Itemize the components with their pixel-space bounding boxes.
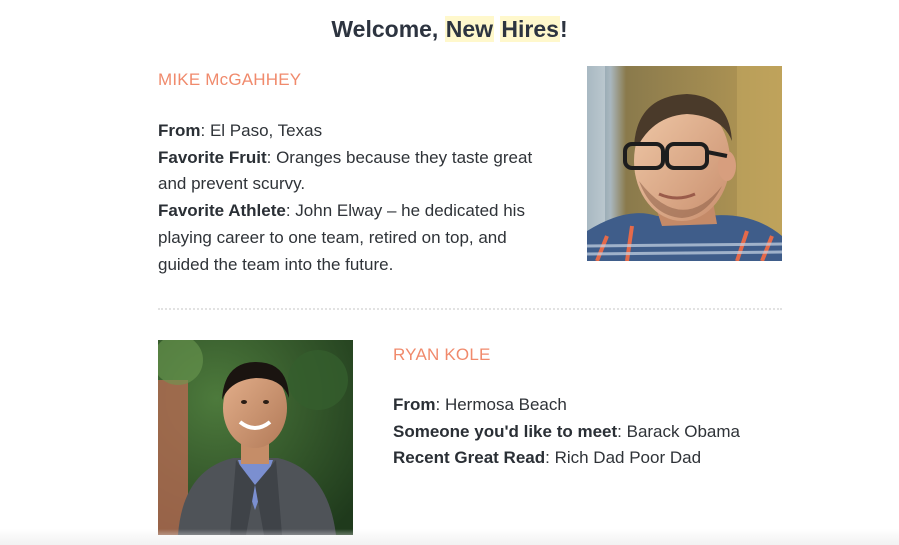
fact-favorite-fruit: Favorite Fruit: Oranges because they tas… (158, 145, 558, 198)
page-title: Welcome, New Hires! (0, 16, 899, 43)
fact-from: From: El Paso, Texas (158, 118, 558, 145)
fact-recent-read: Recent Great Read: Rich Dad Poor Dad (393, 445, 813, 472)
portrait-image (587, 66, 782, 261)
title-highlight-hires: Hires (500, 16, 560, 42)
section-divider (158, 308, 782, 310)
fact-from: From: Hermosa Beach (393, 392, 813, 419)
hire-facts-1: From: El Paso, Texas Favorite Fruit: Ora… (158, 118, 558, 278)
fact-value: : Hermosa Beach (435, 395, 567, 414)
portrait-image (158, 340, 353, 535)
fact-someone-to-meet: Someone you'd like to meet: Barack Obama (393, 419, 813, 446)
fact-label: Favorite Athlete (158, 201, 286, 221)
hire-photo-1 (587, 66, 782, 261)
title-suffix: ! (559, 16, 568, 42)
fact-label: Someone you'd like to meet (393, 421, 618, 441)
hire-name-2: RYAN KOLE (393, 345, 491, 364)
title-prefix: Welcome, (331, 16, 445, 42)
fact-favorite-athlete: Favorite Athlete: John Elway – he dedica… (158, 198, 558, 278)
fact-value: : Barack Obama (617, 421, 740, 441)
fact-label: Recent Great Read (393, 448, 546, 468)
fact-label: From (158, 121, 201, 140)
hire-name-1: MIKE McGAHHEY (158, 70, 302, 89)
fact-value: : Rich Dad Poor Dad (545, 448, 702, 468)
bottom-fade (0, 529, 899, 545)
fact-value: : El Paso, Texas (200, 121, 323, 140)
fact-label: Favorite Fruit (158, 147, 267, 167)
hire-facts-2: From: Hermosa Beach Someone you'd like t… (393, 392, 813, 472)
hire-photo-2 (158, 340, 353, 535)
fact-label: From (393, 395, 436, 414)
title-highlight-new: New (444, 16, 495, 42)
